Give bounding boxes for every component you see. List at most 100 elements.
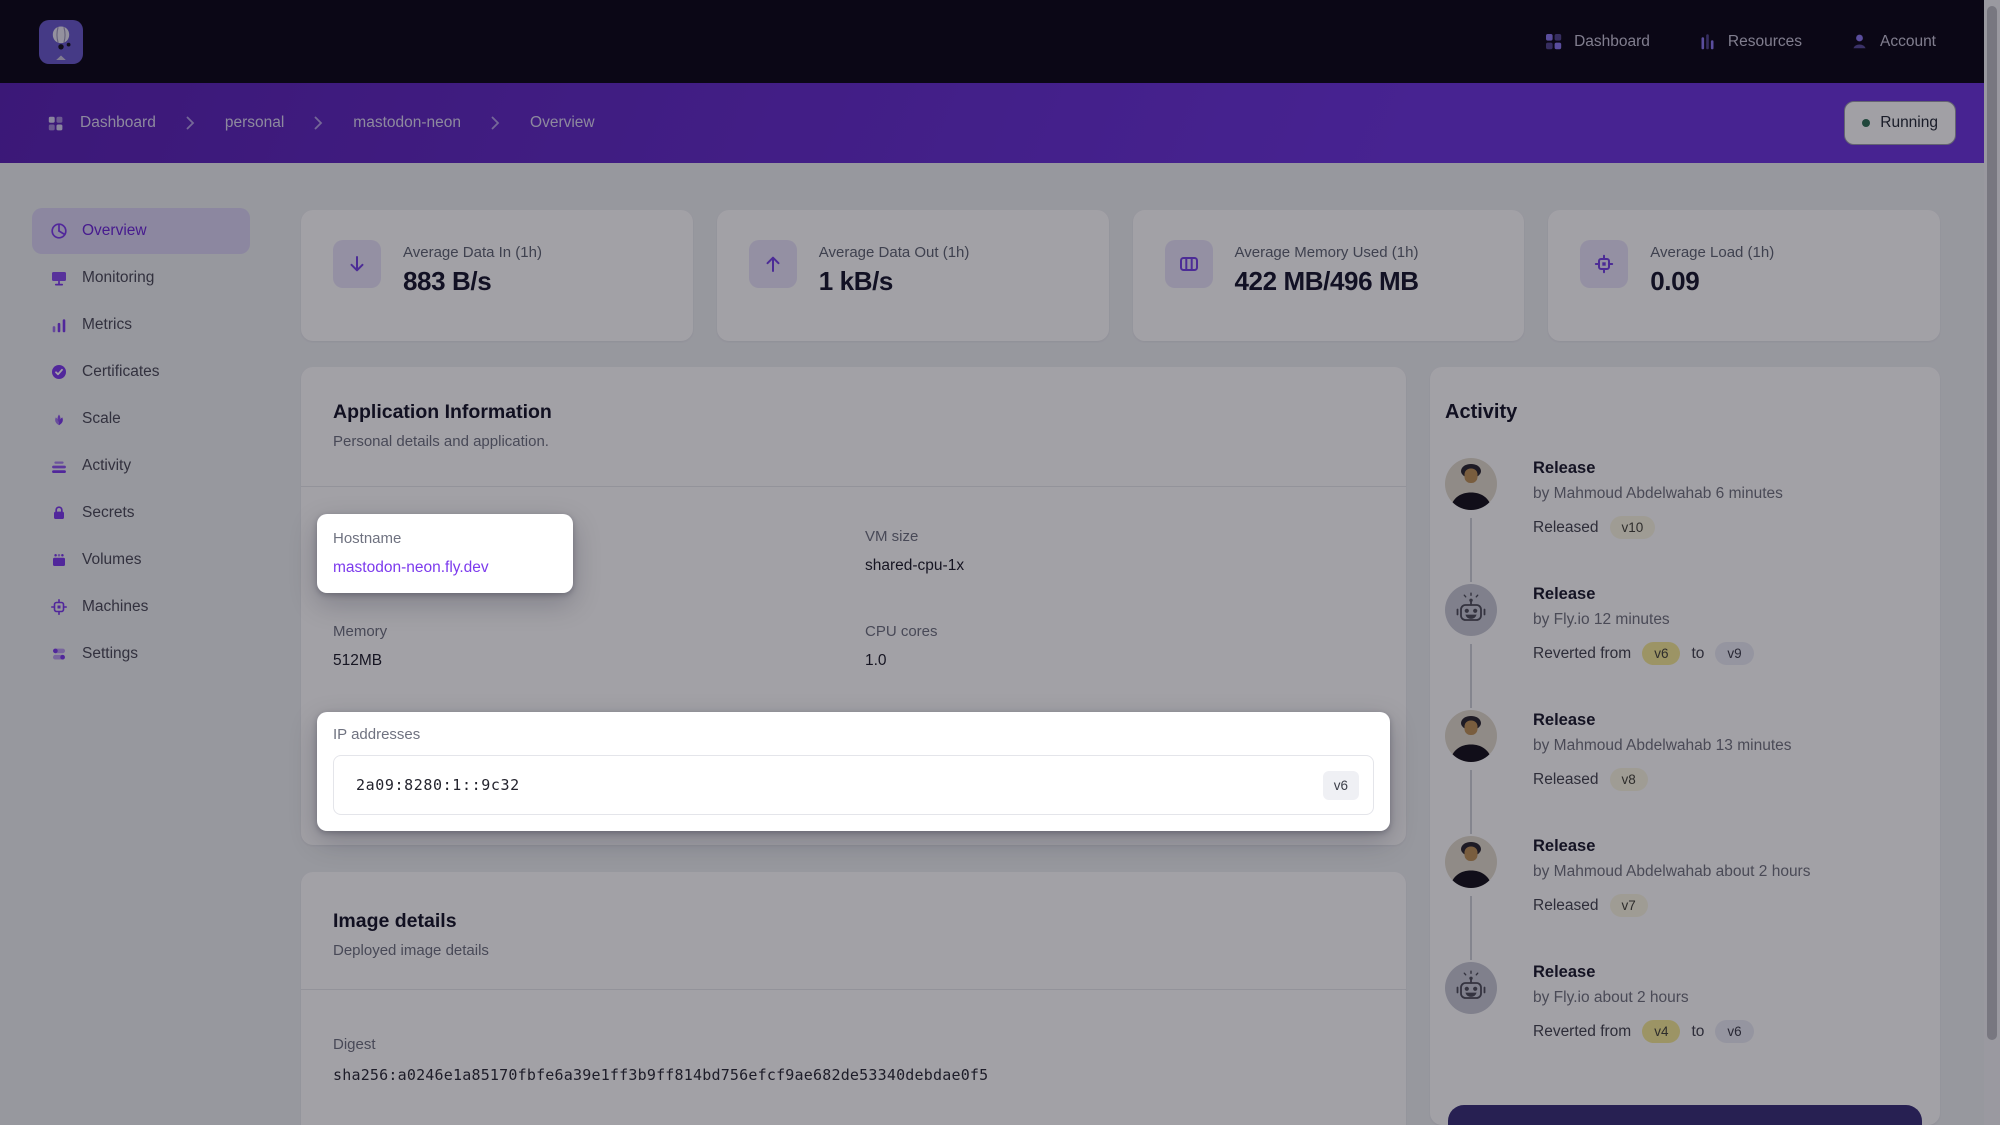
activity-item: Release by Mahmoud Abdelwahab 13 minutes… (1445, 710, 1916, 791)
activity-action: Released (1533, 897, 1599, 915)
arrow-down-icon (333, 240, 381, 288)
grid-icon (1544, 32, 1563, 51)
sidebar-item-label: Activity (82, 457, 131, 475)
sidebar-item-label: Monitoring (82, 269, 154, 287)
scrollbar-thumb[interactable] (1987, 6, 1997, 1040)
breadcrumb-dashboard[interactable]: Dashboard (80, 114, 156, 132)
fly-dashboard-page: Dashboard Resources Account (0, 0, 2000, 1125)
sidebar-item-activity[interactable]: Activity (32, 443, 250, 489)
stat-cards: Average Data In (1h) 883 B/s Average Dat… (301, 210, 1940, 341)
activity-action: Reverted from (1533, 645, 1631, 663)
nav-resources[interactable]: Resources (1698, 32, 1802, 51)
vm-size-value: shared-cpu-1x (865, 557, 1374, 575)
activity-item-title: Release (1533, 711, 1792, 730)
memory-label: Memory (333, 623, 865, 640)
version-badge: v8 (1610, 768, 1648, 791)
activity-action: Released (1533, 519, 1599, 537)
nav-account-label: Account (1880, 33, 1936, 51)
running-dot-icon (1862, 119, 1870, 127)
cpu-cores-value: 1.0 (865, 652, 1374, 670)
lock-icon (49, 503, 69, 523)
sidebar-item-metrics[interactable]: Metrics (32, 302, 250, 348)
content: Overview Monitoring Metrics (0, 163, 2000, 1125)
version-badge: v7 (1610, 894, 1648, 917)
person-avatar (1445, 836, 1497, 888)
activity-title: Activity (1445, 401, 1916, 424)
breadcrumb-org[interactable]: personal (225, 114, 284, 132)
activity-item-byline: by Fly.io about 2 hours (1533, 989, 1754, 1007)
breadcrumb: Dashboard personal mastodon-neon Overvie… (47, 114, 595, 132)
breadcrumb-grid-icon (47, 115, 64, 132)
nav-account[interactable]: Account (1850, 32, 1936, 51)
sidebar-item-certificates[interactable]: Certificates (32, 349, 250, 395)
activity-item: Release by Fly.io about 2 hours Reverted… (1445, 962, 1916, 1043)
activity-item-title: Release (1533, 963, 1754, 982)
ip-address-row: 2a09:8280:1::9c32 v6 (333, 755, 1374, 815)
toggles-icon (49, 644, 69, 664)
activity-panel: Activity Release by Mah (1430, 367, 1940, 1125)
hostname-spotlight: Hostname mastodon-neon.fly.dev (317, 514, 573, 593)
robot-avatar (1445, 584, 1497, 636)
chevron-right-icon (186, 116, 195, 130)
stat-card-data-out: Average Data Out (1h) 1 kB/s (717, 210, 1109, 341)
top-nav-links: Dashboard Resources Account (1544, 32, 1936, 51)
activity-item-byline: by Mahmoud Abdelwahab 6 minutes (1533, 485, 1783, 503)
monitor-icon (49, 268, 69, 288)
cpu-icon (1580, 240, 1628, 288)
stat-label: Average Load (1h) (1650, 244, 1774, 261)
chevron-right-icon (314, 116, 323, 130)
activity-item: Release by Fly.io 12 minutes Reverted fr… (1445, 584, 1916, 665)
person-avatar (1445, 710, 1497, 762)
sidebar-item-volumes[interactable]: Volumes (32, 537, 250, 583)
tour-popover-partial[interactable] (1448, 1105, 1922, 1125)
breadcrumb-app[interactable]: mastodon-neon (353, 114, 461, 132)
activity-action: Reverted from (1533, 1023, 1631, 1041)
stat-value: 1 kB/s (819, 266, 970, 297)
memory-icon (1165, 240, 1213, 288)
leaves-icon (49, 409, 69, 429)
sidebar-item-monitoring[interactable]: Monitoring (32, 255, 250, 301)
stat-card-load: Average Load (1h) 0.09 (1548, 210, 1940, 341)
activity-action: Released (1533, 771, 1599, 789)
activity-item: Release by Mahmoud Abdelwahab 6 minutes … (1445, 458, 1916, 539)
nav-resources-label: Resources (1728, 33, 1802, 51)
nav-dashboard-label: Dashboard (1574, 33, 1650, 51)
card-subtitle: Personal details and application. (333, 433, 1374, 450)
card-subtitle: Deployed image details (333, 942, 1374, 959)
stat-label: Average Data Out (1h) (819, 244, 970, 261)
sidebar-item-label: Scale (82, 410, 121, 428)
fly-logo-icon[interactable] (39, 20, 83, 64)
left-column: Application Information Personal details… (301, 367, 1406, 1125)
stat-card-memory: Average Memory Used (1h) 422 MB/496 MB (1133, 210, 1525, 341)
sidebar-item-secrets[interactable]: Secrets (32, 490, 250, 536)
sidebar-item-settings[interactable]: Settings (32, 631, 250, 677)
ip-address-value: 2a09:8280:1::9c32 (356, 776, 520, 794)
card-title: Image details (333, 910, 1374, 933)
hostname-link[interactable]: mastodon-neon.fly.dev (333, 559, 557, 577)
hostname-label: Hostname (333, 530, 557, 547)
sidebar-item-machines[interactable]: Machines (32, 584, 250, 630)
activity-item-title: Release (1533, 585, 1754, 604)
card-title: Application Information (333, 401, 1374, 424)
certificate-check-icon (49, 362, 69, 382)
sidebar-item-label: Secrets (82, 504, 135, 522)
chevron-right-icon (491, 116, 500, 130)
ip-addresses-label: IP addresses (333, 726, 1374, 743)
ip-addresses-spotlight: IP addresses 2a09:8280:1::9c32 v6 (317, 712, 1390, 831)
sidebar-item-label: Volumes (82, 551, 141, 569)
stat-value: 422 MB/496 MB (1235, 266, 1419, 297)
sidebar-item-label: Certificates (82, 363, 160, 381)
version-badge: v10 (1610, 516, 1656, 539)
nav-dashboard[interactable]: Dashboard (1544, 32, 1650, 51)
activity-item-byline: by Mahmoud Abdelwahab about 2 hours (1533, 863, 1810, 881)
status-badge: Running (1844, 101, 1956, 145)
version-badge: v6 (1715, 1020, 1753, 1043)
top-nav: Dashboard Resources Account (0, 0, 2000, 83)
sidebar-item-scale[interactable]: Scale (32, 396, 250, 442)
activity-to-label: to (1691, 645, 1704, 663)
ip-version-badge: v6 (1323, 771, 1359, 800)
status-badge-label: Running (1880, 114, 1938, 132)
breadcrumb-page[interactable]: Overview (530, 114, 595, 132)
sidebar-item-overview[interactable]: Overview (32, 208, 250, 254)
arrow-up-icon (749, 240, 797, 288)
